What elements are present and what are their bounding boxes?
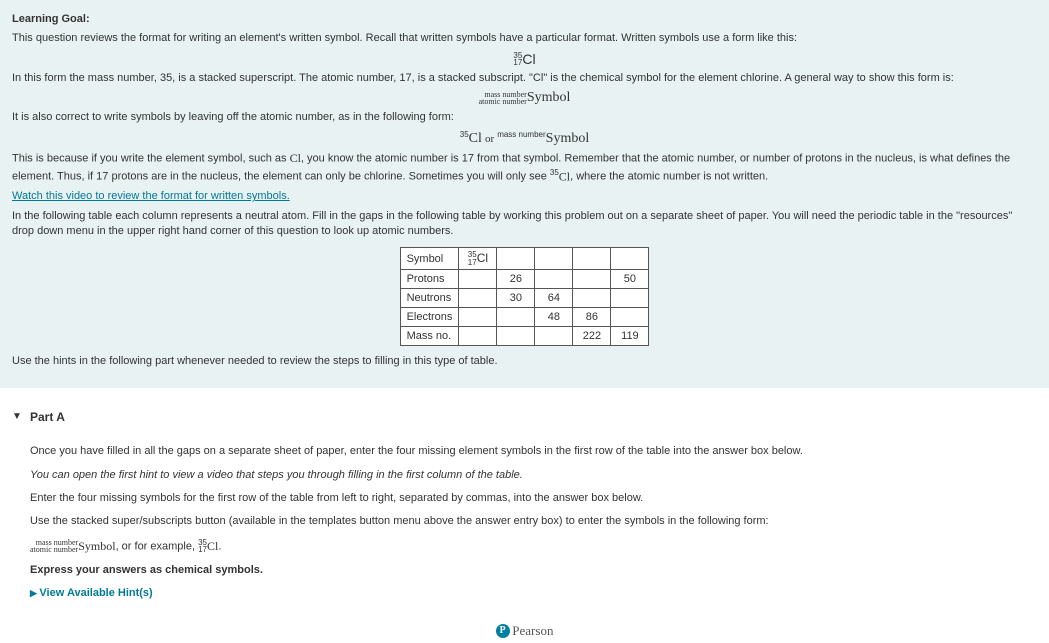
table-row: Electrons 48 86 (400, 307, 649, 326)
learning-goal-section: Learning Goal: This question reviews the… (0, 0, 1049, 388)
alt-sup: 35 (460, 130, 469, 139)
row-neutrons-label: Neutrons (400, 288, 459, 307)
alt-symbol-text: Symbol (546, 130, 590, 145)
parta-p1: Once you have filled in all the gaps on … (30, 444, 1037, 459)
element-data-table: Symbol 3517Cl Protons 26 50 Neutrons 30 … (400, 247, 650, 345)
cl-atomic: 17 (513, 59, 522, 66)
pearson-logo-icon: P (496, 624, 510, 638)
video-link[interactable]: Watch this video to review the format fo… (12, 190, 290, 202)
table-row: Protons 26 50 (400, 269, 649, 288)
alt-or-text: or (485, 132, 494, 144)
cl-symbol-text: Cl (522, 51, 535, 67)
para-use-hints: Use the hints in the following part when… (12, 354, 1037, 369)
symbol-cell-cl: 3517Cl (459, 248, 497, 269)
row-protons-label: Protons (400, 269, 459, 288)
general-form-symbol: mass numberatomic numberSymbol (12, 90, 1037, 106)
para-table-instructions: In the following table each column repre… (12, 209, 1037, 240)
table-row: Neutrons 30 64 (400, 288, 649, 307)
cl-example-symbol: 3517Cl (12, 51, 1037, 67)
table-row: Symbol 3517Cl (400, 248, 649, 269)
learning-goal-heading: Learning Goal: (12, 13, 90, 25)
alt-cl: Cl (469, 130, 482, 145)
parta-p6: Express your answers as chemical symbols… (30, 563, 1037, 578)
view-hints-link[interactable]: View Available Hint(s) (30, 587, 153, 599)
parta-p4: Use the stacked super/subscripts button … (30, 514, 1037, 529)
intro-text: This question reviews the format for wri… (12, 31, 1037, 46)
gen-symbol-text: Symbol (527, 90, 571, 105)
row-massno-label: Mass no. (400, 326, 459, 345)
alt-mass-label: mass number (497, 130, 545, 139)
pearson-brand-text: Pearson (512, 623, 553, 638)
row-symbol-label: Symbol (400, 248, 459, 269)
para-leave-off-atomic: It is also correct to write symbols by l… (12, 110, 1037, 125)
para-mass-superscript: In this form the mass number, 35, is a s… (12, 71, 1037, 86)
parta-p2: You can open the first hint to view a vi… (30, 468, 1037, 483)
part-a-section: Part A Once you have filled in all the g… (0, 388, 1049, 619)
gen-atomic-label: atomic number (479, 98, 527, 105)
part-a-header[interactable]: Part A (12, 398, 1037, 436)
parta-p5: mass numberatomic numberSymbol, or for e… (30, 538, 1037, 555)
parta-p3: Enter the four missing symbols for the f… (30, 491, 1037, 506)
para-explanation: This is because if you write the element… (12, 150, 1037, 185)
row-electrons-label: Electrons (400, 307, 459, 326)
alt-form-line: 35Cl or mass numberSymbol (12, 130, 1037, 147)
table-row: Mass no. 222 119 (400, 326, 649, 345)
pearson-footer: P Pearson (0, 619, 1049, 643)
